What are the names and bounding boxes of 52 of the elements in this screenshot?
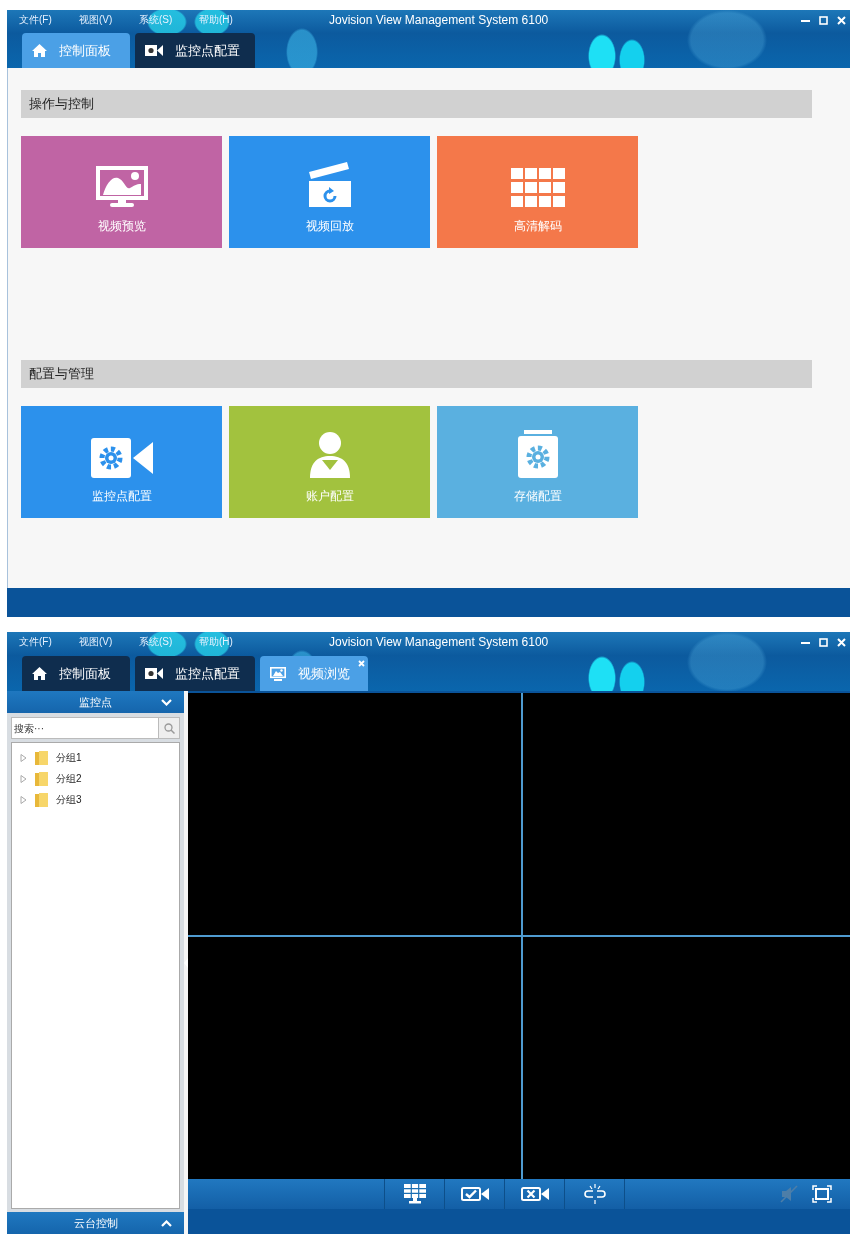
monitor-grid-icon <box>403 1184 426 1204</box>
search-field[interactable]: 搜索··· <box>11 717 158 739</box>
maximize-icon[interactable] <box>819 15 828 25</box>
user-icon <box>309 430 350 478</box>
folder-icon <box>35 771 48 786</box>
close-icon[interactable] <box>358 660 365 667</box>
tile-button[interactable]: 视频回放 <box>229 136 430 248</box>
broken-link-icon <box>583 1183 606 1205</box>
tile-button[interactable]: 高清解码 <box>437 136 638 248</box>
section-heading: 操作与控制 <box>21 90 812 118</box>
tree-item[interactable]: 分组1 <box>56 750 82 765</box>
maximize-icon[interactable] <box>819 637 828 647</box>
camera-cross-icon <box>520 1187 549 1201</box>
panel-header[interactable]: 云台控制 <box>7 1212 184 1234</box>
window-title: Jovision View Management System 6100 <box>329 13 549 27</box>
tab[interactable]: 控制面板 <box>22 656 130 691</box>
tile-button[interactable]: 监控点配置 <box>21 406 222 518</box>
folder-icon <box>35 792 48 807</box>
menu-item[interactable]: 视图(V) <box>79 13 139 27</box>
tree-item[interactable]: 分组3 <box>56 792 82 807</box>
menu-item[interactable]: 文件(F) <box>19 13 79 27</box>
close-icon[interactable] <box>837 15 846 25</box>
clapper-icon <box>306 162 353 208</box>
camera-check-icon <box>460 1187 489 1201</box>
fullscreen-button[interactable] <box>812 1185 832 1203</box>
muted-speaker-icon <box>780 1185 798 1203</box>
tile-button[interactable]: 视频预览 <box>21 136 222 248</box>
grid-icon <box>510 168 565 208</box>
section-heading: 配置与管理 <box>21 360 812 388</box>
tab[interactable]: 视频浏览 <box>260 656 368 691</box>
monitor-image-icon <box>95 166 148 208</box>
tab[interactable]: 监控点配置 <box>135 656 255 691</box>
window-title: Jovision View Management System 6100 <box>329 635 549 649</box>
home-icon <box>32 44 47 57</box>
storage-gear-icon <box>517 430 558 478</box>
camera-icon <box>145 668 163 679</box>
search-icon <box>163 722 175 734</box>
fullscreen-icon <box>812 1185 832 1203</box>
chevron-up-icon <box>161 1219 172 1227</box>
camera-gear-icon <box>90 438 153 478</box>
chevron-down-icon <box>161 698 172 706</box>
menu-item[interactable]: 文件(F) <box>19 635 79 649</box>
monitor-icon <box>270 666 286 681</box>
folder-icon <box>35 750 48 765</box>
tree-item[interactable]: 分组2 <box>56 771 82 786</box>
close-icon[interactable] <box>837 637 846 647</box>
camera-icon <box>145 45 163 56</box>
home-icon <box>32 667 47 680</box>
panel-header[interactable]: 监控点 <box>7 691 184 713</box>
tab[interactable]: 控制面板 <box>22 33 130 68</box>
menu-item[interactable]: 视图(V) <box>79 635 139 649</box>
tab[interactable]: 监控点配置 <box>135 33 255 68</box>
